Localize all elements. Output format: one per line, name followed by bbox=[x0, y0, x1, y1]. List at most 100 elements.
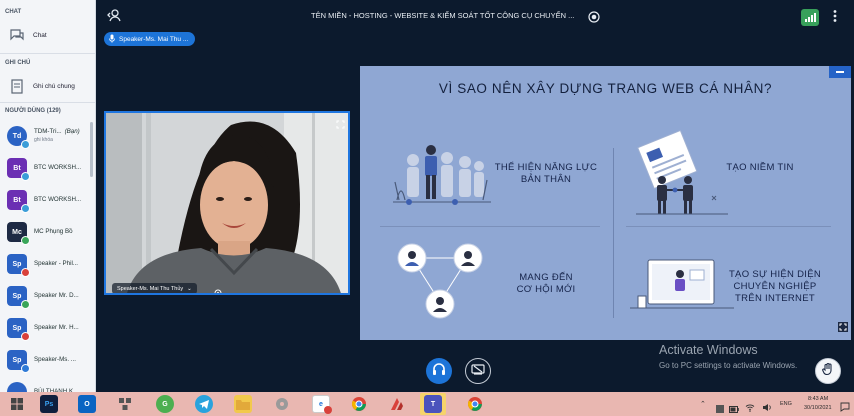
minimize-presentation-button[interactable] bbox=[829, 66, 851, 78]
user-you-tag: (Bạn) bbox=[64, 128, 80, 135]
presentation-slide: VÌ SAO NÊN XÂY DỰNG TRANG WEB CÁ NHÂN? T… bbox=[360, 66, 851, 340]
teams-icon[interactable]: T bbox=[424, 395, 442, 413]
user-info: Speaker-Ms. ... bbox=[34, 356, 76, 364]
opportunity-illustration bbox=[397, 243, 483, 319]
user-info: MC Phụng Bồ bbox=[34, 228, 73, 236]
tray-expand-icon[interactable]: ⌃ bbox=[700, 400, 706, 408]
divider bbox=[0, 102, 95, 103]
microphone-icon bbox=[109, 30, 115, 48]
telegram-icon[interactable] bbox=[195, 395, 213, 413]
user-info: Speaker Mr. H... bbox=[34, 324, 79, 332]
user-list-item[interactable]: Td TDM-Tri... (Bạn) ghi khóa bbox=[0, 122, 95, 150]
user-status-badge bbox=[21, 332, 30, 341]
user-list-item[interactable]: Sp Speaker Mr. D... bbox=[0, 282, 95, 310]
windows-taskbar: Ps O G e T ⌃ ENG 8:43 AM 30/10/2021 bbox=[0, 392, 854, 416]
user-list-item[interactable]: Bt BTC WORKSH... bbox=[0, 186, 95, 214]
webcam-name-label: Speaker-Ms. Mai Thu Thủy bbox=[117, 285, 184, 292]
chrome-icon[interactable] bbox=[350, 395, 368, 413]
connection-status-button[interactable] bbox=[801, 9, 819, 26]
user-status-badge bbox=[21, 268, 30, 277]
photoshop-icon[interactable]: Ps bbox=[40, 395, 58, 413]
user-list-item[interactable]: Sp Speaker Mr. H... bbox=[0, 314, 95, 342]
network-app-icon[interactable] bbox=[116, 395, 134, 413]
current-speaker-indicator[interactable]: Speaker-Ms. Mai Thu ... bbox=[104, 30, 196, 48]
fullscreen-webcam-icon[interactable] bbox=[336, 116, 345, 134]
activate-windows-title: Activate Windows bbox=[659, 343, 758, 357]
user-name: Speaker-Ms. ... bbox=[34, 356, 76, 363]
webcam-name-tag: Speaker-Ms. Mai Thu Thủy ⌄ bbox=[112, 283, 197, 293]
activate-windows-watermark: Activate Windows Go to PC settings to ac… bbox=[659, 343, 797, 370]
chevron-down-icon[interactable]: ⌄ bbox=[187, 286, 192, 292]
slide-item-opportunity-line2: CƠ HỘI MỚI bbox=[516, 284, 576, 295]
maps-app-icon[interactable]: G bbox=[156, 395, 174, 413]
user-name: Speaker Mr. D... bbox=[34, 292, 79, 299]
capability-illustration bbox=[393, 145, 491, 205]
clock-time[interactable]: 8:43 AM bbox=[808, 396, 828, 402]
user-name: BTC WORKSH... bbox=[34, 164, 82, 171]
chat-section-title: CHAT bbox=[5, 9, 22, 15]
slide-item-capability-line1: THỂ HIỆN NĂNG LỰC bbox=[494, 162, 598, 173]
webcam-settings-icon[interactable] bbox=[214, 284, 222, 293]
share-screen-button[interactable] bbox=[465, 358, 491, 384]
speaker-webcam[interactable]: Speaker-Ms. Mai Thu Thủy ⌄ bbox=[104, 111, 350, 295]
browser-app-icon[interactable]: e bbox=[312, 395, 332, 414]
chat-label: Chat bbox=[33, 31, 47, 39]
user-status-badge bbox=[21, 364, 30, 373]
windows-start-icon[interactable] bbox=[8, 395, 26, 413]
user-status-text: ghi khóa bbox=[34, 137, 53, 143]
avatar: Bt bbox=[7, 190, 30, 213]
slide-item-presence-line1: TẠO SỰ HIỆN DIỆN bbox=[728, 269, 822, 280]
fullscreen-presentation-icon[interactable] bbox=[838, 319, 848, 337]
outlook-icon[interactable]: O bbox=[78, 395, 96, 413]
audio-button[interactable] bbox=[426, 358, 452, 384]
user-status-badge bbox=[21, 140, 30, 149]
webcam-video-frame bbox=[106, 113, 348, 293]
tools-app-icon[interactable] bbox=[273, 395, 291, 413]
user-name: TDM-Tri... bbox=[34, 128, 62, 135]
user-list-scrollbar[interactable] bbox=[90, 122, 93, 177]
battery-icon[interactable] bbox=[729, 400, 739, 416]
speaker-pill-label: Speaker-Ms. Mai Thu ... bbox=[119, 35, 189, 43]
slide-item-capability-line2: BẢN THÂN bbox=[520, 174, 572, 185]
chat-link[interactable]: Chat bbox=[0, 24, 95, 46]
user-info: BTC WORKSH... bbox=[34, 196, 81, 204]
notifications-icon[interactable] bbox=[840, 399, 850, 416]
avatar: Sp bbox=[7, 318, 30, 341]
user-list-item[interactable]: Sp Speaker-Ms. ... bbox=[0, 346, 95, 374]
slide-item-trust-line1: TẠO NIỀM TIN bbox=[726, 162, 794, 173]
notes-icon bbox=[8, 77, 26, 95]
more-options-icon[interactable] bbox=[832, 9, 838, 28]
hand-icon bbox=[821, 362, 835, 381]
clock-date[interactable]: 30/10/2021 bbox=[804, 405, 832, 411]
meeting-title: TÊN MIỀN - HOSTING - WEBSITE & KIỂM SOÁT… bbox=[311, 11, 575, 20]
volume-icon[interactable] bbox=[762, 399, 772, 416]
slide-item-opportunity: MANG ĐẾN CƠ HỘI MỚI bbox=[496, 272, 596, 296]
language-indicator[interactable]: ENG bbox=[780, 401, 792, 407]
chat-icon bbox=[8, 26, 26, 44]
notes-section-title: GHI CHÚ bbox=[5, 60, 31, 66]
user-list-item[interactable]: BÙI THANH K... bbox=[0, 378, 95, 392]
user-status-badge bbox=[21, 172, 30, 181]
headphones-icon bbox=[432, 362, 446, 380]
user-list-item[interactable]: Sp Speaker - Phil... bbox=[0, 250, 95, 278]
user-name: BTC WORKSH... bbox=[34, 196, 82, 203]
chrome-second-icon[interactable] bbox=[466, 395, 484, 413]
raise-hand-button[interactable] bbox=[815, 358, 841, 384]
user-status-badge bbox=[21, 236, 30, 245]
tray-app-icon[interactable] bbox=[716, 400, 724, 416]
file-explorer-icon[interactable] bbox=[234, 395, 252, 413]
user-list-item[interactable]: Bt BTC WORKSH... bbox=[0, 154, 95, 182]
collapse-panel-icon[interactable] bbox=[104, 5, 124, 30]
user-list-item[interactable]: Mc MC Phụng Bồ bbox=[0, 218, 95, 246]
user-status-badge bbox=[21, 204, 30, 213]
presentation-app-icon[interactable] bbox=[388, 395, 406, 413]
sidebar: CHAT Chat GHI CHÚ Ghi chú chung NGƯỜI DÙ… bbox=[0, 0, 96, 392]
user-info: Speaker Mr. D... bbox=[34, 292, 79, 300]
wifi-icon[interactable] bbox=[745, 399, 755, 416]
avatar bbox=[7, 382, 27, 392]
shared-notes-link[interactable]: Ghi chú chung bbox=[0, 75, 95, 97]
slide-item-presence-line3: TRÊN INTERNET bbox=[735, 293, 815, 304]
recording-icon[interactable] bbox=[588, 10, 600, 28]
slide-divider-horizontal bbox=[380, 226, 600, 227]
slide-divider-horizontal bbox=[626, 226, 831, 227]
